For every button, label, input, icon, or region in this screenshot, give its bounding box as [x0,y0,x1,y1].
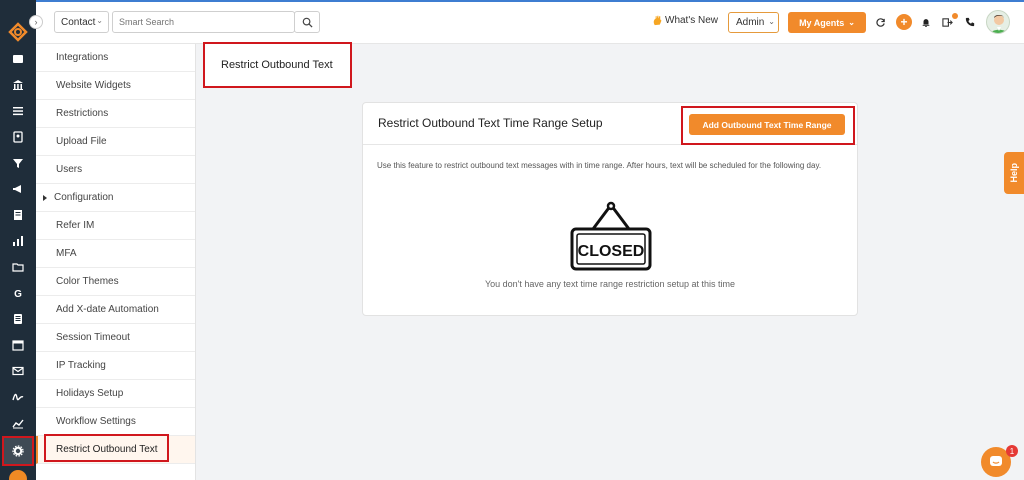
dashboard-icon[interactable] [0,48,36,70]
add-time-range-button[interactable]: Add Outbound Text Time Range [689,114,845,135]
app-logo[interactable] [8,22,28,42]
role-label: Admin [736,17,765,28]
search-icon [302,17,313,28]
folder-icon[interactable] [0,256,36,278]
closed-sign-icon: CLOSED [570,201,652,271]
whats-new-label: What's New [665,15,719,26]
bar-chart-icon[interactable] [0,230,36,252]
phone-icon[interactable] [964,16,976,28]
user-avatar[interactable] [986,10,1010,34]
search-button[interactable] [294,11,320,33]
bell-icon[interactable] [920,16,932,28]
top-accent-line [36,0,1024,2]
chat-unread-badge: 1 [1006,445,1018,457]
sign-text: CLOSED [578,243,645,260]
calendar-icon[interactable] [0,334,36,356]
contacts-icon[interactable] [0,126,36,148]
chevron-down-icon: ⌄ [848,18,855,27]
whats-new-link[interactable]: What's New [652,15,718,26]
notification-dot [952,13,958,19]
nav-item-integrations[interactable]: Integrations [36,44,195,72]
signature-icon[interactable] [0,386,36,408]
trend-icon[interactable] [0,412,36,434]
icon-rail: › G [0,0,43,480]
nav-item-color-themes[interactable]: Color Themes [36,268,195,296]
nav-item-ip-tracking[interactable]: IP Tracking [36,352,195,380]
nav-item-upload-file[interactable]: Upload File [36,128,195,156]
nav-item-configuration[interactable]: Configuration [36,184,195,212]
add-plus-icon[interactable]: + [896,14,912,30]
logout-icon[interactable] [941,16,953,28]
filter-icon[interactable] [0,152,36,174]
search-type-select[interactable]: Contact ⌄ [54,11,109,33]
card-header: Restrict Outbound Text Time Range Setup … [363,103,857,145]
help-tab-label: Help [1009,163,1019,183]
nav-item-website-widgets[interactable]: Website Widgets [36,72,195,100]
add-button-highlight: Add Outbound Text Time Range [681,106,855,145]
setup-card: Restrict Outbound Text Time Range Setup … [362,102,858,316]
list-icon[interactable] [0,100,36,122]
refresh-icon[interactable] [874,16,886,28]
megaphone-icon[interactable] [0,178,36,200]
nav-item-workflow-settings[interactable]: Workflow Settings [36,408,195,436]
smart-search-input[interactable] [112,11,295,33]
google-icon[interactable]: G [0,282,36,304]
hand-wave-icon [653,15,662,26]
report-icon[interactable] [0,308,36,330]
mail-icon[interactable] [0,360,36,382]
settings-gear-icon[interactable] [2,436,34,466]
help-tab[interactable]: Help [1004,152,1024,194]
nav-item-restrict-outbound-text[interactable]: Restrict Outbound Text [36,436,195,464]
chevron-down-icon: ⌄ [768,17,775,26]
svg-text:G: G [14,289,22,299]
rail-bottom-avatar[interactable] [9,470,27,480]
nav-item-add-x-date-automation[interactable]: Add X-date Automation [36,296,195,324]
role-select[interactable]: Admin ⌄ [728,12,779,33]
search-type-label: Contact [61,16,96,28]
nav-item-mfa[interactable]: MFA [36,240,195,268]
my-agents-button[interactable]: My Agents ⌄ [788,12,866,33]
nav-item-users[interactable]: Users [36,156,195,184]
bank-icon[interactable] [0,74,36,96]
collapse-toggle-icon[interactable]: › [29,15,43,29]
card-description: Use this feature to restrict outbound te… [377,161,822,170]
document-icon[interactable] [0,204,36,226]
nav-item-refer-im[interactable]: Refer IM [36,212,195,240]
settings-nav: Integrations Website Widgets Restriction… [36,44,196,480]
page-title-text: Restrict Outbound Text [221,59,333,71]
my-agents-label: My Agents [799,17,845,28]
nav-item-restrictions[interactable]: Restrictions [36,100,195,128]
top-bar: Contact ⌄ What's New Admin ⌄ My Agents ⌄… [36,0,1024,44]
page-title: Restrict Outbound Text [203,42,352,88]
card-title: Restrict Outbound Text Time Range Setup [378,116,603,130]
chat-icon [990,456,1002,466]
nav-item-session-timeout[interactable]: Session Timeout [36,324,195,352]
empty-state-message: You don't have any text time range restr… [484,279,736,289]
nav-item-holidays-setup[interactable]: Holidays Setup [36,380,195,408]
chevron-down-icon: ⌄ [96,16,103,25]
